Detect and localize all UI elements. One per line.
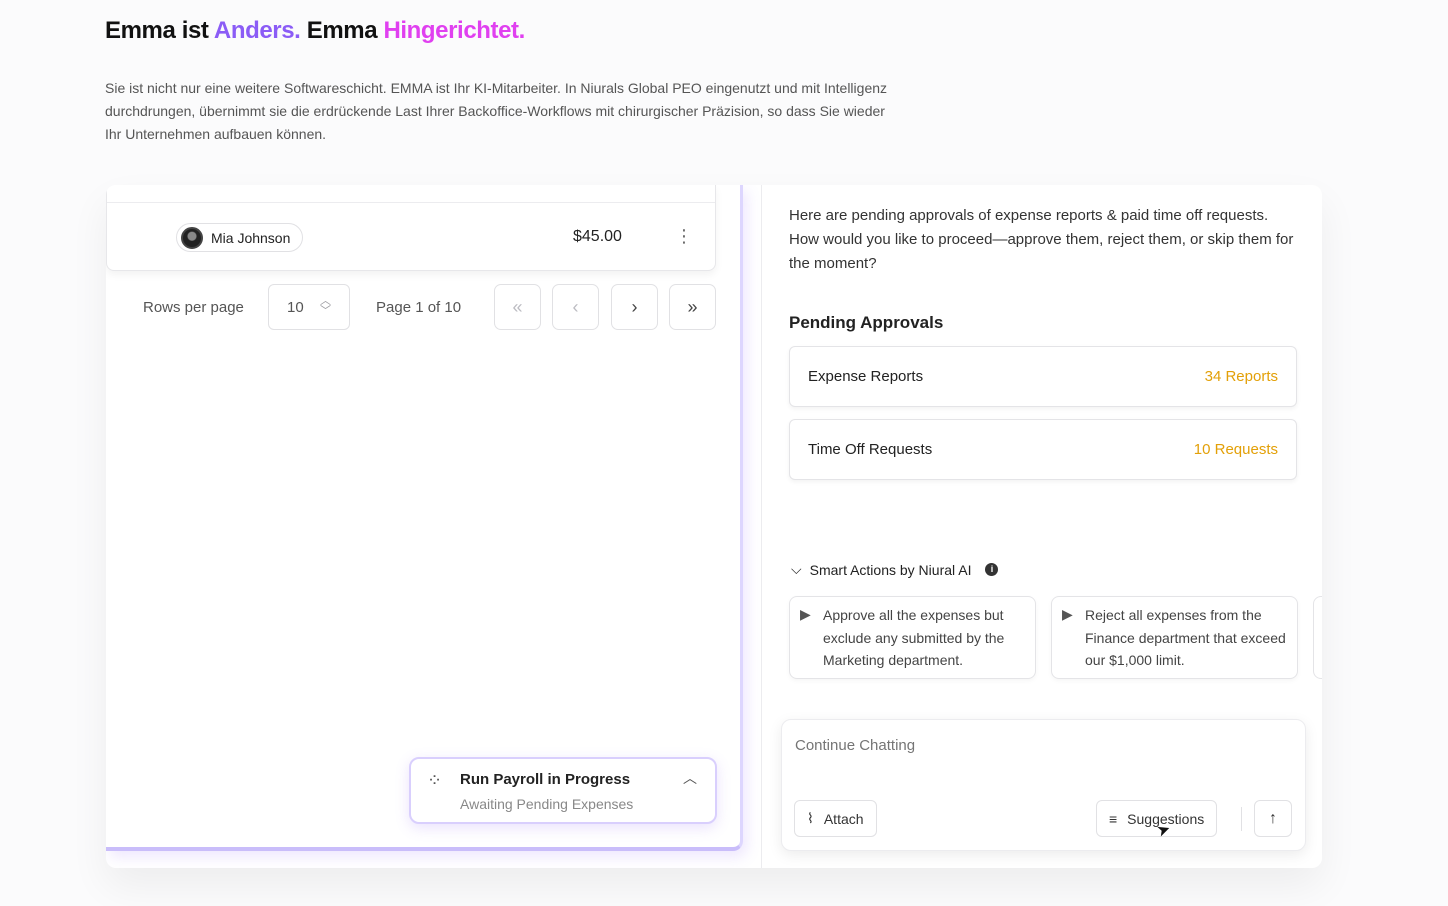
smart-actions-header: ⌵ Smart Actions by Niural AI i <box>791 561 999 578</box>
chat-composer: ⌇ Attach ≡ Suggestions ↑ <box>781 719 1306 851</box>
row-divider <box>107 202 715 203</box>
pending-approvals-title: Pending Approvals <box>789 313 944 332</box>
approval-count: 10 Requests <box>1193 441 1278 458</box>
intro-paragraph: Sie ist nicht nur eine weitere Softwares… <box>105 80 888 142</box>
table-row[interactable]: Mia Johnson $45.00 ⋮ <box>106 185 716 271</box>
info-icon[interactable]: i <box>985 563 999 576</box>
attach-button[interactable]: ⌇ Attach <box>794 800 877 837</box>
chat-input[interactable] <box>795 737 1095 754</box>
page-indicator: Page 1 of 10 <box>376 299 462 316</box>
approval-label: Expense Reports <box>808 368 924 385</box>
arrow-up-icon: ↑ <box>1269 809 1277 827</box>
select-chevron-icon: ︿ ﹀ <box>320 295 331 317</box>
employee-name: Mia Johnson <box>211 229 291 246</box>
double-chevron-left-icon: « <box>512 296 523 317</box>
double-chevron-right-icon: » <box>687 296 698 317</box>
smart-actions-label: Smart Actions by Niural AI <box>809 561 972 578</box>
composer-divider <box>1241 807 1242 831</box>
headline-accent-anders: Anders. <box>213 17 301 44</box>
paperclip-icon: ⌇ <box>807 810 814 826</box>
chevron-left-icon: ‹ <box>572 296 579 317</box>
rows-per-page-label: Rows per page <box>143 299 244 316</box>
prev-page-button[interactable]: ‹ <box>552 284 599 330</box>
assistant-message: Here are pending approvals of expense re… <box>789 207 1294 272</box>
chevron-up-icon[interactable]: ︿ <box>683 768 697 788</box>
suggestion-text: Reject all expenses from the Finance dep… <box>1085 607 1286 668</box>
product-demo-panel: Mia Johnson $45.00 ⋮ Rows per page 10 ︿ ﹀… <box>106 185 1322 868</box>
payroll-status-toast[interactable]: ⁘ Run Payroll in Progress Awaiting Pendi… <box>409 757 717 824</box>
rows-per-page-select[interactable]: 10 ︿ ﹀ <box>268 284 350 330</box>
play-icon: ▶ <box>1062 606 1073 622</box>
ai-chat-pane: Here are pending approvals of expense re… <box>761 185 1322 868</box>
loading-spinner-icon: ⁘ <box>427 770 443 790</box>
next-page-button[interactable]: › <box>611 284 658 330</box>
row-amount: $45.00 <box>573 228 622 245</box>
avatar <box>181 226 203 249</box>
first-page-button[interactable]: « <box>494 284 541 330</box>
chevron-right-icon: › <box>631 296 638 317</box>
payroll-title: Run Payroll in Progress <box>460 771 631 788</box>
headline-part2: Emma <box>300 17 384 44</box>
approval-card-time-off[interactable]: Time Off Requests 10 Requests <box>789 419 1297 480</box>
approval-label: Time Off Requests <box>808 441 933 458</box>
employee-chip[interactable]: Mia Johnson <box>176 223 304 252</box>
more-options-icon[interactable]: ⋮ <box>675 227 693 245</box>
headline-part1: Emma ist <box>105 17 214 44</box>
send-button[interactable]: ↑ <box>1254 800 1292 837</box>
suggestion-card[interactable]: ▶ Approve all the expenses but exclude a… <box>789 596 1036 679</box>
rows-per-page-value: 10 <box>287 299 304 316</box>
suggestions-icon: ≡ <box>1109 810 1118 827</box>
collapse-icon[interactable]: ⌵ <box>791 561 802 578</box>
play-icon: ▶ <box>800 606 811 622</box>
approval-count: 34 Reports <box>1204 368 1278 385</box>
suggestion-card-partial[interactable] <box>1313 596 1322 679</box>
suggestion-text: Approve all the expenses but exclude any… <box>823 607 1005 668</box>
suggestion-card[interactable]: ▶ Reject all expenses from the Finance d… <box>1051 596 1298 679</box>
headline: Emma ist Anders. Emma Hingerichtet. <box>105 17 525 45</box>
headline-accent-hingerichtet: Hingerichtet. <box>383 17 525 44</box>
last-page-button[interactable]: » <box>669 284 716 330</box>
approval-card-expenses[interactable]: Expense Reports 34 Reports <box>789 346 1297 407</box>
payroll-subtitle: Awaiting Pending Expenses <box>460 796 634 812</box>
payroll-table-pane: Mia Johnson $45.00 ⋮ Rows per page 10 ︿ ﹀… <box>106 185 743 851</box>
pagination-bar: Rows per page 10 ︿ ﹀ Page 1 of 10 « ‹ › » <box>106 284 743 332</box>
attach-label: Attach <box>823 810 864 827</box>
